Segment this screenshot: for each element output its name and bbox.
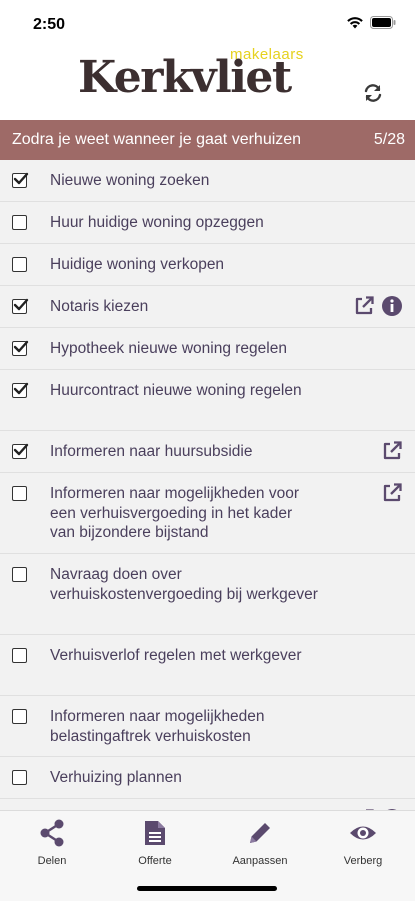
tab-quote[interactable]: Offerte: [120, 819, 190, 867]
task-label: Notaris kiezen: [50, 298, 149, 315]
checkbox-checked[interactable]: [12, 340, 29, 356]
task-row[interactable]: Verhuisverlof regelen met werkgever: [0, 635, 415, 696]
task-label: Informeren naar mogelijkheden belastinga…: [50, 708, 265, 745]
tab-share[interactable]: Delen: [17, 819, 87, 867]
tab-share-label: Delen: [37, 855, 67, 867]
task-label: Nieuwe woning zoeken: [50, 172, 210, 189]
task-label: Huidige woning verkopen: [50, 256, 225, 273]
refresh-icon: [364, 84, 382, 102]
task-row[interactable]: Informeren naar mogelijkheden voor een v…: [0, 473, 415, 554]
task-row[interactable]: Notaris kiezen: [0, 286, 415, 328]
checkbox-checked[interactable]: [12, 382, 29, 398]
pencil-icon: [250, 823, 270, 843]
task-row[interactable]: Huurcontract nieuwe woning regelen: [0, 370, 415, 431]
task-row[interactable]: Nieuwe woning zoeken: [0, 160, 415, 202]
task-list[interactable]: Nieuwe woning zoeken Huur huidige woning …: [0, 160, 415, 810]
task-label: Hypotheek nieuwe woning regelen: [50, 340, 287, 357]
tab-hide[interactable]: Verberg: [328, 819, 398, 867]
status-bar: 2:50: [0, 0, 415, 50]
task-actions: [353, 295, 403, 317]
task-label: Navraag doen over verhuiskostenvergoedin…: [50, 566, 318, 603]
task-row[interactable]: Verhuisofferte aanvragen: [0, 799, 415, 810]
checkbox-unchecked[interactable]: [12, 215, 27, 230]
progress-count: 5/28: [373, 131, 405, 148]
checkbox-unchecked[interactable]: [12, 567, 27, 582]
checkbox-unchecked[interactable]: [12, 257, 27, 272]
battery-icon: [370, 16, 396, 29]
task-row[interactable]: Informeren naar huursubsidie: [0, 431, 415, 473]
checkmark-icon: [13, 382, 29, 395]
task-actions: [381, 482, 403, 504]
checkbox-checked[interactable]: [12, 172, 29, 188]
section-title: Zodra je weet wanneer je gaat verhuizen: [12, 131, 302, 148]
status-time: 2:50: [33, 16, 66, 33]
checkbox-unchecked[interactable]: [12, 486, 27, 501]
task-label: Huur huidige woning opzeggen: [50, 214, 264, 231]
tab-edit-label: Aanpassen: [232, 855, 288, 867]
checkmark-icon: [13, 443, 29, 456]
task-label: Informeren naar mogelijkheden voor een v…: [50, 485, 299, 541]
checkbox-unchecked[interactable]: [12, 648, 27, 663]
external-link-icon[interactable]: [381, 482, 403, 504]
task-actions: [381, 440, 403, 462]
info-icon[interactable]: [381, 295, 403, 317]
task-row[interactable]: Huur huidige woning opzeggen: [0, 202, 415, 244]
task-row[interactable]: Huidige woning verkopen: [0, 244, 415, 286]
logo-title: Kerkvliet: [78, 52, 292, 103]
tab-quote-label: Offerte: [138, 855, 172, 867]
section-banner: Zodra je weet wanneer je gaat verhuizen …: [0, 120, 415, 160]
status-icons: [346, 16, 397, 29]
home-indicator: [137, 886, 277, 891]
tab-edit[interactable]: Aanpassen: [225, 819, 295, 867]
tab-hide-label: Verberg: [343, 855, 383, 867]
external-link-icon[interactable]: [353, 295, 375, 317]
refresh-button[interactable]: [360, 80, 386, 106]
external-link-icon[interactable]: [381, 440, 403, 462]
task-row[interactable]: Hypotheek nieuwe woning regelen: [0, 328, 415, 370]
share-icon: [40, 819, 64, 847]
task-label: Huurcontract nieuwe woning regelen: [50, 382, 302, 399]
checkbox-unchecked[interactable]: [12, 770, 27, 785]
task-row[interactable]: Verhuizing plannen: [0, 757, 415, 799]
checkmark-icon: [13, 298, 29, 311]
task-row[interactable]: Navraag doen over verhuiskostenvergoedin…: [0, 554, 415, 635]
checkbox-checked[interactable]: [12, 298, 29, 314]
checkbox-unchecked[interactable]: [12, 709, 27, 724]
wifi-icon: [347, 17, 363, 29]
task-label: Verhuizing plannen: [50, 769, 182, 786]
document-icon: [145, 821, 165, 845]
checkbox-checked[interactable]: [12, 443, 29, 459]
eye-icon: [350, 826, 376, 840]
checkmark-icon: [13, 172, 29, 185]
task-row[interactable]: Informeren naar mogelijkheden belastinga…: [0, 696, 415, 757]
task-label: Informeren naar huursubsidie: [50, 443, 253, 460]
task-label: Verhuisverlof regelen met werkgever: [50, 647, 302, 664]
checkmark-icon: [13, 340, 29, 353]
